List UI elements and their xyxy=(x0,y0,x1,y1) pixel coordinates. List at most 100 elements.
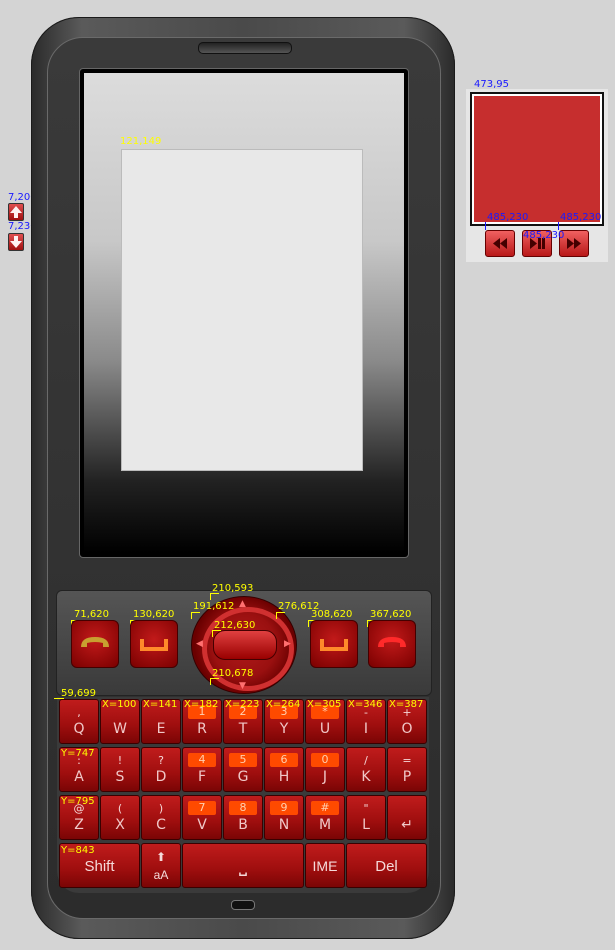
key-primary-label: T xyxy=(238,721,248,737)
key-m[interactable]: # M xyxy=(305,795,345,840)
volume-up-button[interactable] xyxy=(8,203,24,221)
key-d[interactable]: ? D xyxy=(141,747,181,792)
space-icon: ⎵ xyxy=(239,854,247,876)
bracket xyxy=(276,612,285,619)
key-enter[interactable]: ↵ xyxy=(387,795,427,840)
key-secondary-label: 4 xyxy=(188,753,216,767)
key-primary-label: S xyxy=(115,769,125,785)
key-secondary-label: " xyxy=(363,802,369,815)
play-coord: 485,230 xyxy=(523,230,565,241)
column-coord: X=305 xyxy=(307,699,342,710)
key-secondary-label: = xyxy=(402,754,412,767)
key-primary-label: G xyxy=(237,769,249,785)
arrow-down-icon xyxy=(10,236,22,248)
prev-coord: 485,230 xyxy=(487,212,529,223)
key-q[interactable]: ,Q xyxy=(59,699,99,744)
row-coord: Y=747 xyxy=(61,748,95,759)
column-coord: X=182 xyxy=(184,699,219,710)
key-secondary-label: ! xyxy=(117,754,123,767)
space-key[interactable]: ⎵ xyxy=(182,843,304,888)
end-call-button[interactable] xyxy=(368,620,416,668)
key-x[interactable]: (X xyxy=(100,795,140,840)
key-l[interactable]: " L xyxy=(346,795,386,840)
key-primary-label: H xyxy=(278,769,290,785)
delete-label: Del xyxy=(375,858,398,875)
key-p[interactable]: = P xyxy=(387,747,427,792)
rewind-icon xyxy=(493,238,507,249)
case-toggle-key[interactable]: ⬆ aA xyxy=(141,843,181,888)
dpad-center-button[interactable] xyxy=(213,630,277,660)
key-primary-label: L xyxy=(362,817,370,833)
lcd-display[interactable] xyxy=(121,149,363,471)
key-secondary-label: 5 xyxy=(229,753,257,767)
column-coord: X=264 xyxy=(266,699,301,710)
end-key-coord: 367,620 xyxy=(370,609,412,620)
key-primary-label: U xyxy=(319,721,331,737)
key-f[interactable]: 4F xyxy=(182,747,222,792)
key-b[interactable]: 8B xyxy=(223,795,263,840)
key-primary-label: R xyxy=(197,721,207,737)
call-key-coord: 71,620 xyxy=(74,609,109,620)
ime-key[interactable]: IME xyxy=(305,843,345,888)
volume-down-button[interactable] xyxy=(8,233,24,251)
key-primary-label: I xyxy=(363,721,369,737)
softkey-right-icon xyxy=(320,639,348,651)
key-secondary-label: 0 xyxy=(311,753,339,767)
rewind-button[interactable] xyxy=(485,230,515,257)
album-art xyxy=(470,92,604,226)
call-button[interactable] xyxy=(71,620,119,668)
dpad-right-button[interactable]: ▶ xyxy=(284,639,291,649)
dpad-left-button[interactable]: ◀ xyxy=(196,639,203,649)
phone-hangup-icon xyxy=(378,637,406,647)
key-j[interactable]: 0J xyxy=(305,747,345,792)
next-coord: 485,230 xyxy=(560,212,602,223)
key-primary-label: Q xyxy=(73,721,85,737)
key-g[interactable]: 5G xyxy=(223,747,263,792)
key-primary-label: V xyxy=(197,817,207,833)
key-c[interactable]: ) C xyxy=(141,795,181,840)
dpad-up-button[interactable]: ▲ xyxy=(239,599,246,609)
phone-call-icon xyxy=(81,637,109,647)
key-primary-label: C xyxy=(156,817,166,833)
key-secondary-label: ? xyxy=(158,754,164,767)
key-secondary-label: / xyxy=(364,754,368,767)
key-primary-label: O xyxy=(401,721,413,737)
key-primary-label: F xyxy=(197,769,207,785)
key-primary-label: J xyxy=(322,769,328,785)
bottom-connector xyxy=(231,900,255,910)
key-v[interactable]: 7V xyxy=(182,795,222,840)
column-coord: X=223 xyxy=(225,699,260,710)
screen-coord: 121,149 xyxy=(120,136,162,147)
delete-key[interactable]: Del xyxy=(346,843,427,888)
arrow-up-icon: ⬆ xyxy=(155,850,167,864)
left-softkey-button[interactable] xyxy=(130,620,178,668)
key-secondary-label: # xyxy=(311,801,339,815)
right-softkey-button[interactable] xyxy=(310,620,358,668)
dpad-left-coord: 191,612 xyxy=(193,601,235,612)
key-n[interactable]: 9N xyxy=(264,795,304,840)
arrow-up-icon xyxy=(10,206,22,218)
keyboard-coord: 59,699 xyxy=(61,688,96,699)
ime-label: IME xyxy=(312,858,338,874)
row4-coord: Y=843 xyxy=(61,845,95,856)
key-h[interactable]: 6H xyxy=(264,747,304,792)
key-primary-label: X xyxy=(115,817,125,833)
column-coord: X=387 xyxy=(389,699,424,710)
key-primary-label: Z xyxy=(74,817,84,833)
left-softkey-coord: 130,620 xyxy=(133,609,175,620)
bracket xyxy=(212,630,221,637)
dpad-down-button[interactable]: ▼ xyxy=(239,681,246,691)
key-k[interactable]: / K xyxy=(346,747,386,792)
key-primary-label: M xyxy=(318,817,332,833)
column-coord: X=346 xyxy=(348,699,383,710)
key-primary-label: N xyxy=(278,817,290,833)
key-s[interactable]: ! S xyxy=(100,747,140,792)
shift-label: Shift xyxy=(84,858,115,875)
key-secondary-label: , xyxy=(77,706,81,719)
key-primary-label: K xyxy=(361,769,371,785)
key-primary-label: Y xyxy=(279,721,289,737)
bracket xyxy=(191,612,200,619)
bracket xyxy=(210,678,219,685)
case-label: aA xyxy=(153,868,169,882)
key-primary-label: W xyxy=(113,721,127,737)
